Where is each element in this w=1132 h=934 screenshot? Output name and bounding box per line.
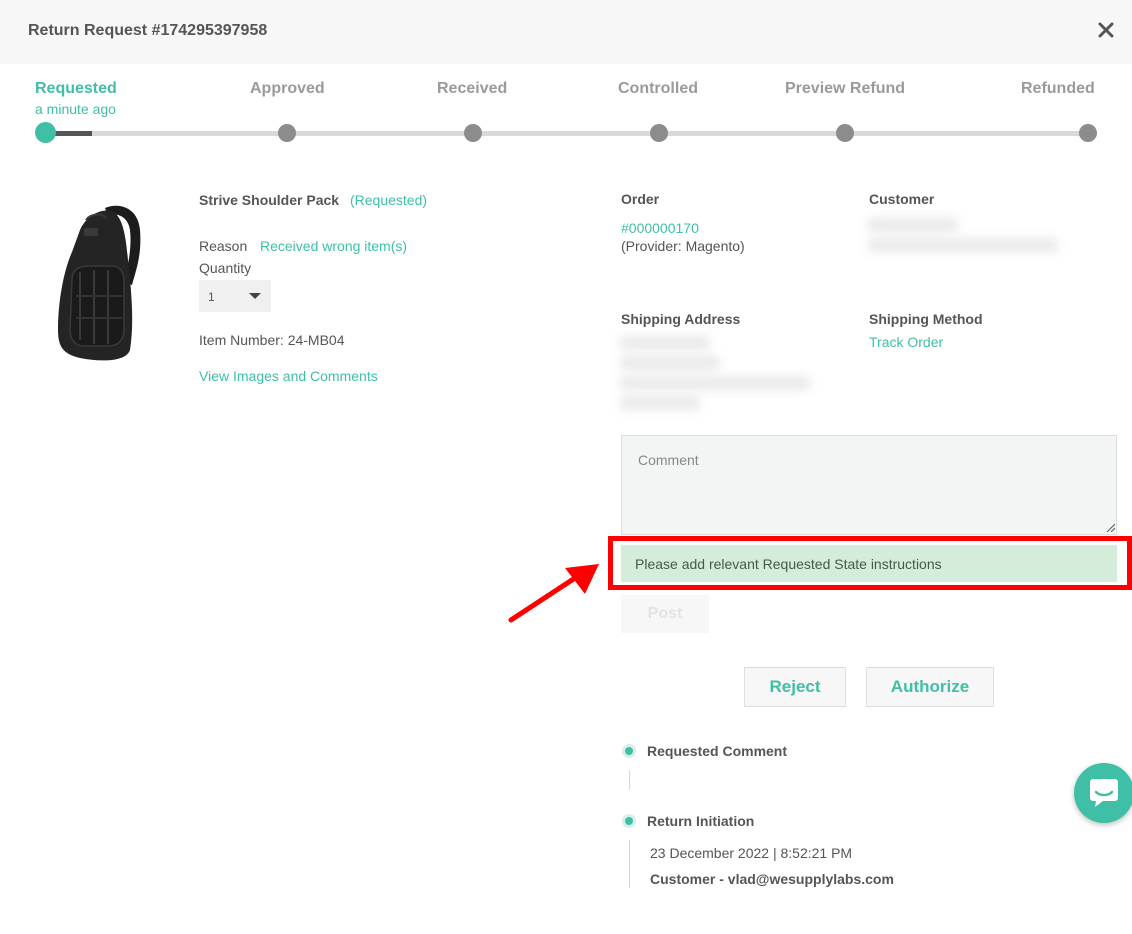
arrow-annotation-icon <box>508 564 599 623</box>
order-provider: (Provider: Magento) <box>621 238 745 254</box>
step-received: Received <box>437 80 508 97</box>
quantity-value: 1 <box>208 290 215 304</box>
close-icon[interactable] <box>1096 20 1116 40</box>
step-refunded: Refunded <box>1021 80 1095 97</box>
timeline-date: 23 December 2022 | 8:52:21 PM <box>650 845 853 861</box>
resize-grip-icon[interactable] <box>1105 522 1115 532</box>
authorize-button[interactable]: Authorize <box>866 667 994 707</box>
post-button[interactable]: Post <box>621 595 709 633</box>
step-dot-preview-refund <box>836 124 854 142</box>
product-status: (Requested) <box>350 192 428 208</box>
step-approved: Approved <box>250 80 325 97</box>
order-number-link[interactable]: #000000170 <box>621 220 699 236</box>
timeline-dot <box>622 744 636 758</box>
progress-track <box>45 131 1089 136</box>
timeline-title: Return Initiation <box>647 813 755 829</box>
reason-value: Received wrong item(s) <box>260 238 408 254</box>
view-images-link[interactable]: View Images and Comments <box>199 368 378 384</box>
track-order-link[interactable]: Track Order <box>869 334 943 350</box>
timeline-author: Customer - vlad@wesupplylabs.com <box>650 871 894 887</box>
order-label: Order <box>621 191 660 207</box>
product-name: Strive Shoulder Pack <box>199 192 340 208</box>
shipping-method-label: Shipping Method <box>869 311 983 327</box>
quantity-label: Quantity <box>199 260 252 276</box>
step-preview-refund: Preview Refund <box>785 80 906 97</box>
step-dot-refunded <box>1079 124 1097 142</box>
step-dot-controlled <box>650 124 668 142</box>
step-dot-requested <box>35 122 56 143</box>
step-timestamp: a minute ago <box>35 101 116 117</box>
item-number: Item Number: 24-MB04 <box>199 332 345 348</box>
timeline-title: Requested Comment <box>647 743 788 759</box>
step-requested: Requested <box>35 80 117 97</box>
reject-button[interactable]: Reject <box>744 667 846 707</box>
timeline-line <box>629 840 630 888</box>
step-dot-received <box>464 124 482 142</box>
modal-header: Return Request #174295397958 <box>0 0 1132 64</box>
comment-input[interactable] <box>621 435 1117 535</box>
step-controlled: Controlled <box>618 80 698 97</box>
shipping-address-label: Shipping Address <box>621 311 741 327</box>
quantity-select[interactable]: 1 <box>199 280 271 312</box>
highlight-annotation <box>608 536 1132 590</box>
timeline-dot <box>622 814 636 828</box>
customer-label: Customer <box>869 191 935 207</box>
chat-icon <box>1090 779 1118 807</box>
product-image <box>58 205 141 361</box>
page-title: Return Request #174295397958 <box>28 22 268 39</box>
step-dot-approved <box>278 124 296 142</box>
reason-label: Reason <box>199 238 248 254</box>
timeline-line <box>629 770 630 790</box>
chat-button[interactable] <box>1074 763 1132 823</box>
chevron-down-icon <box>249 293 261 299</box>
status-stepper: Requested Approved Received Controlled P… <box>0 64 1132 154</box>
